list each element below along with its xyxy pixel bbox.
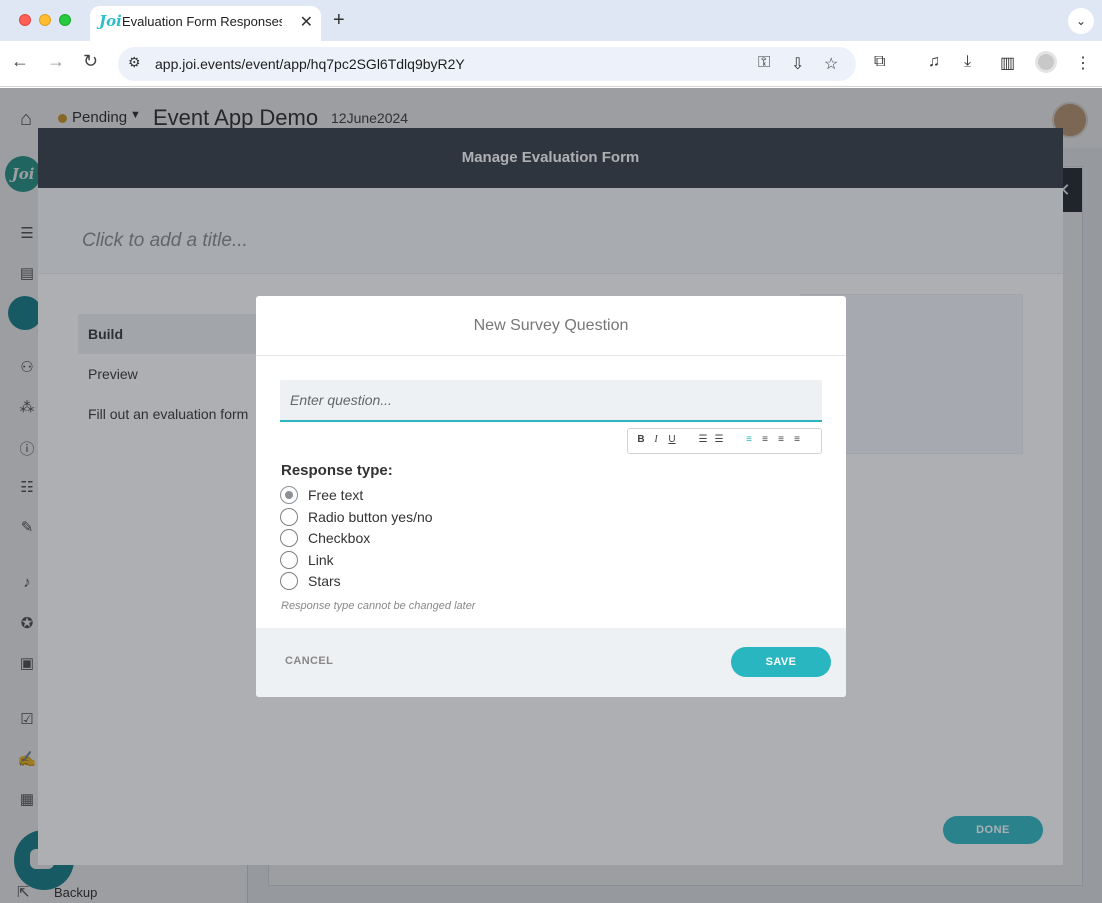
new-survey-question-dialog: New Survey Question B I U ☰ ☰ ≡ ≡ ≡ ≡ Re… xyxy=(256,296,846,697)
new-tab-icon[interactable]: + xyxy=(333,9,345,32)
align-left-icon[interactable]: ≡ xyxy=(742,434,756,445)
tab-title: Evaluation Form Responses | xyxy=(122,14,282,29)
align-justify-icon[interactable]: ≡ xyxy=(790,434,804,445)
downloads-icon[interactable]: ⤓ xyxy=(964,53,971,71)
url-text[interactable]: app.joi.events/event/app/hq7pc2SGl6Tdlq9… xyxy=(155,56,465,72)
align-center-icon[interactable]: ≡ xyxy=(758,434,772,445)
response-type-label: Response type: xyxy=(281,462,393,479)
fullscreen-window-button[interactable] xyxy=(59,14,71,26)
minimize-window-button[interactable] xyxy=(39,14,51,26)
reload-icon[interactable]: ↻ xyxy=(83,51,98,72)
media-controls-icon[interactable]: ♫ xyxy=(928,53,940,71)
rich-text-toolbar: B I U ☰ ☰ ≡ ≡ ≡ ≡ xyxy=(627,428,822,454)
address-bar[interactable]: ⚙ app.joi.events/event/app/hq7pc2SGl6Tdl… xyxy=(118,47,856,81)
bold-icon[interactable]: B xyxy=(634,434,648,445)
dialog-title: New Survey Question xyxy=(256,296,846,356)
option-label: Stars xyxy=(308,573,341,589)
tab-search-icon[interactable]: ⌄ xyxy=(1068,8,1094,34)
underline-icon[interactable]: U xyxy=(665,434,679,445)
option-label: Link xyxy=(308,551,334,568)
extensions-icon[interactable]: ⧉ xyxy=(874,53,885,71)
italic-icon[interactable]: I xyxy=(649,434,663,445)
option-label: Checkbox xyxy=(308,530,371,546)
browser-tab-strip: Joi Evaluation Form Responses | ✕ + ⌄ xyxy=(0,0,1102,41)
browser-toolbar: ← → ↻ ⚙ app.joi.events/event/app/hq7pc2S… xyxy=(0,41,1102,87)
close-tab-icon[interactable]: ✕ xyxy=(300,12,313,32)
password-key-icon[interactable]: ⚿ xyxy=(758,54,770,72)
close-window-button[interactable] xyxy=(19,14,31,26)
bookmark-star-icon[interactable]: ☆ xyxy=(824,54,838,74)
dialog-footer: CANCEL SAVE xyxy=(256,628,846,697)
install-app-icon[interactable]: ⇩ xyxy=(791,54,804,74)
back-icon[interactable]: ← xyxy=(11,51,29,72)
unordered-list-icon[interactable]: ☰ xyxy=(712,434,726,445)
option-label: Radio button yes/no xyxy=(308,508,433,525)
browser-tab-active[interactable]: Joi Evaluation Form Responses | ✕ xyxy=(90,6,321,41)
joi-favicon-icon: Joi xyxy=(99,12,122,30)
radio-checkbox[interactable] xyxy=(280,529,298,547)
option-label: Free text xyxy=(308,487,364,503)
cancel-button[interactable]: CANCEL xyxy=(285,655,333,667)
question-input[interactable] xyxy=(280,380,822,422)
response-type-hint: Response type cannot be changed later xyxy=(281,600,476,612)
forward-icon[interactable]: → xyxy=(47,51,65,72)
radio-link[interactable] xyxy=(280,550,298,569)
ordered-list-icon[interactable]: ☰ xyxy=(696,434,710,445)
radio-yes-no[interactable] xyxy=(280,507,298,526)
save-button[interactable]: SAVE xyxy=(731,647,831,677)
align-right-icon[interactable]: ≡ xyxy=(774,434,788,445)
more-menu-icon[interactable]: ⋮ xyxy=(1075,53,1091,73)
radio-stars[interactable] xyxy=(280,572,298,590)
profile-icon[interactable] xyxy=(1035,51,1057,73)
radio-free-text[interactable] xyxy=(280,486,298,504)
side-panel-icon[interactable]: ▥ xyxy=(1000,53,1015,73)
site-info-icon[interactable]: ⚙ xyxy=(128,54,141,71)
